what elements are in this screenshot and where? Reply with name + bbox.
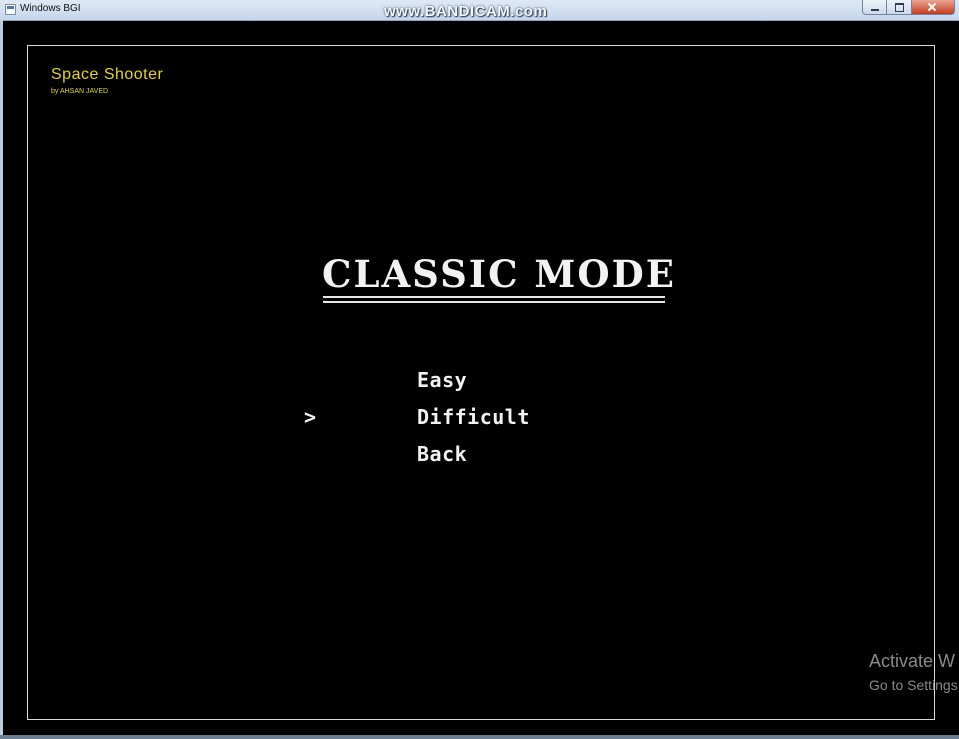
window-left-border	[0, 20, 3, 739]
recording-watermark: www.BANDICAM.com	[384, 3, 548, 20]
activation-watermark-title: Activate W	[869, 651, 956, 671]
menu-selection-cursor: >	[304, 405, 317, 429]
close-button[interactable]	[912, 0, 955, 15]
minimize-button[interactable]	[862, 0, 887, 15]
heading-underline-top	[323, 296, 665, 298]
heading-underline-bottom	[323, 301, 665, 303]
mode-heading: CLASSIC MODE	[322, 252, 676, 296]
game-title: Space Shooter	[51, 66, 164, 83]
game-border-frame	[27, 45, 935, 720]
activation-watermark-subtitle: Go to Settings	[869, 677, 958, 693]
window-bottom-border	[0, 735, 959, 739]
window-title-bar[interactable]: Windows BGI www.BANDICAM.com	[0, 0, 959, 21]
menu-item-back[interactable]: Back	[417, 442, 467, 466]
window-controls	[862, 0, 955, 15]
app-window-icon	[5, 4, 16, 15]
game-author: by AHSAN JAVED	[51, 88, 109, 95]
window-title: Windows BGI	[20, 3, 81, 14]
menu-item-difficult[interactable]: Difficult	[417, 405, 530, 429]
maximize-button[interactable]	[887, 0, 912, 15]
menu-item-easy[interactable]: Easy	[417, 368, 467, 392]
